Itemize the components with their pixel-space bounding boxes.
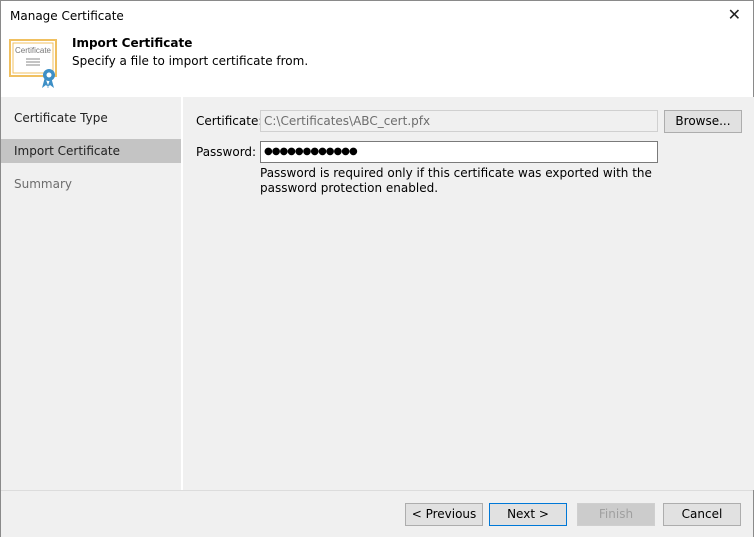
- certificate-icon-text: Certificate: [15, 46, 52, 55]
- certificate-path-field[interactable]: C:\Certificates\ABC_cert.pfx: [260, 110, 658, 132]
- previous-button[interactable]: < Previous: [405, 503, 483, 526]
- password-field[interactable]: ●●●●●●●●●●●●: [260, 141, 658, 163]
- manage-certificate-dialog: Manage Certificate ✕ Certificate Import …: [0, 0, 754, 537]
- window-title: Manage Certificate: [10, 9, 124, 23]
- close-icon[interactable]: ✕: [728, 5, 741, 24]
- page-title: Import Certificate: [72, 36, 193, 50]
- step-certificate-type[interactable]: Certificate Type: [1, 106, 181, 130]
- step-import-certificate[interactable]: Import Certificate: [1, 139, 181, 163]
- certificate-icon: Certificate: [9, 39, 57, 88]
- wizard-steps: Certificate Type Import Certificate Summ…: [1, 97, 181, 490]
- next-button[interactable]: Next >: [489, 503, 567, 526]
- password-hint: Password is required only if this certif…: [260, 166, 652, 195]
- finish-button[interactable]: Finish: [577, 503, 655, 526]
- cancel-button[interactable]: Cancel: [663, 503, 741, 526]
- step-summary[interactable]: Summary: [1, 172, 181, 196]
- password-label: Password:: [196, 145, 257, 159]
- browse-button[interactable]: Browse...: [664, 110, 742, 133]
- main-panel: Certificate: C:\Certificates\ABC_cert.pf…: [182, 97, 754, 490]
- page-subtitle: Specify a file to import certificate fro…: [72, 54, 309, 68]
- footer: < Previous Next > Finish Cancel: [1, 490, 753, 537]
- certificate-label: Certificate:: [196, 114, 263, 128]
